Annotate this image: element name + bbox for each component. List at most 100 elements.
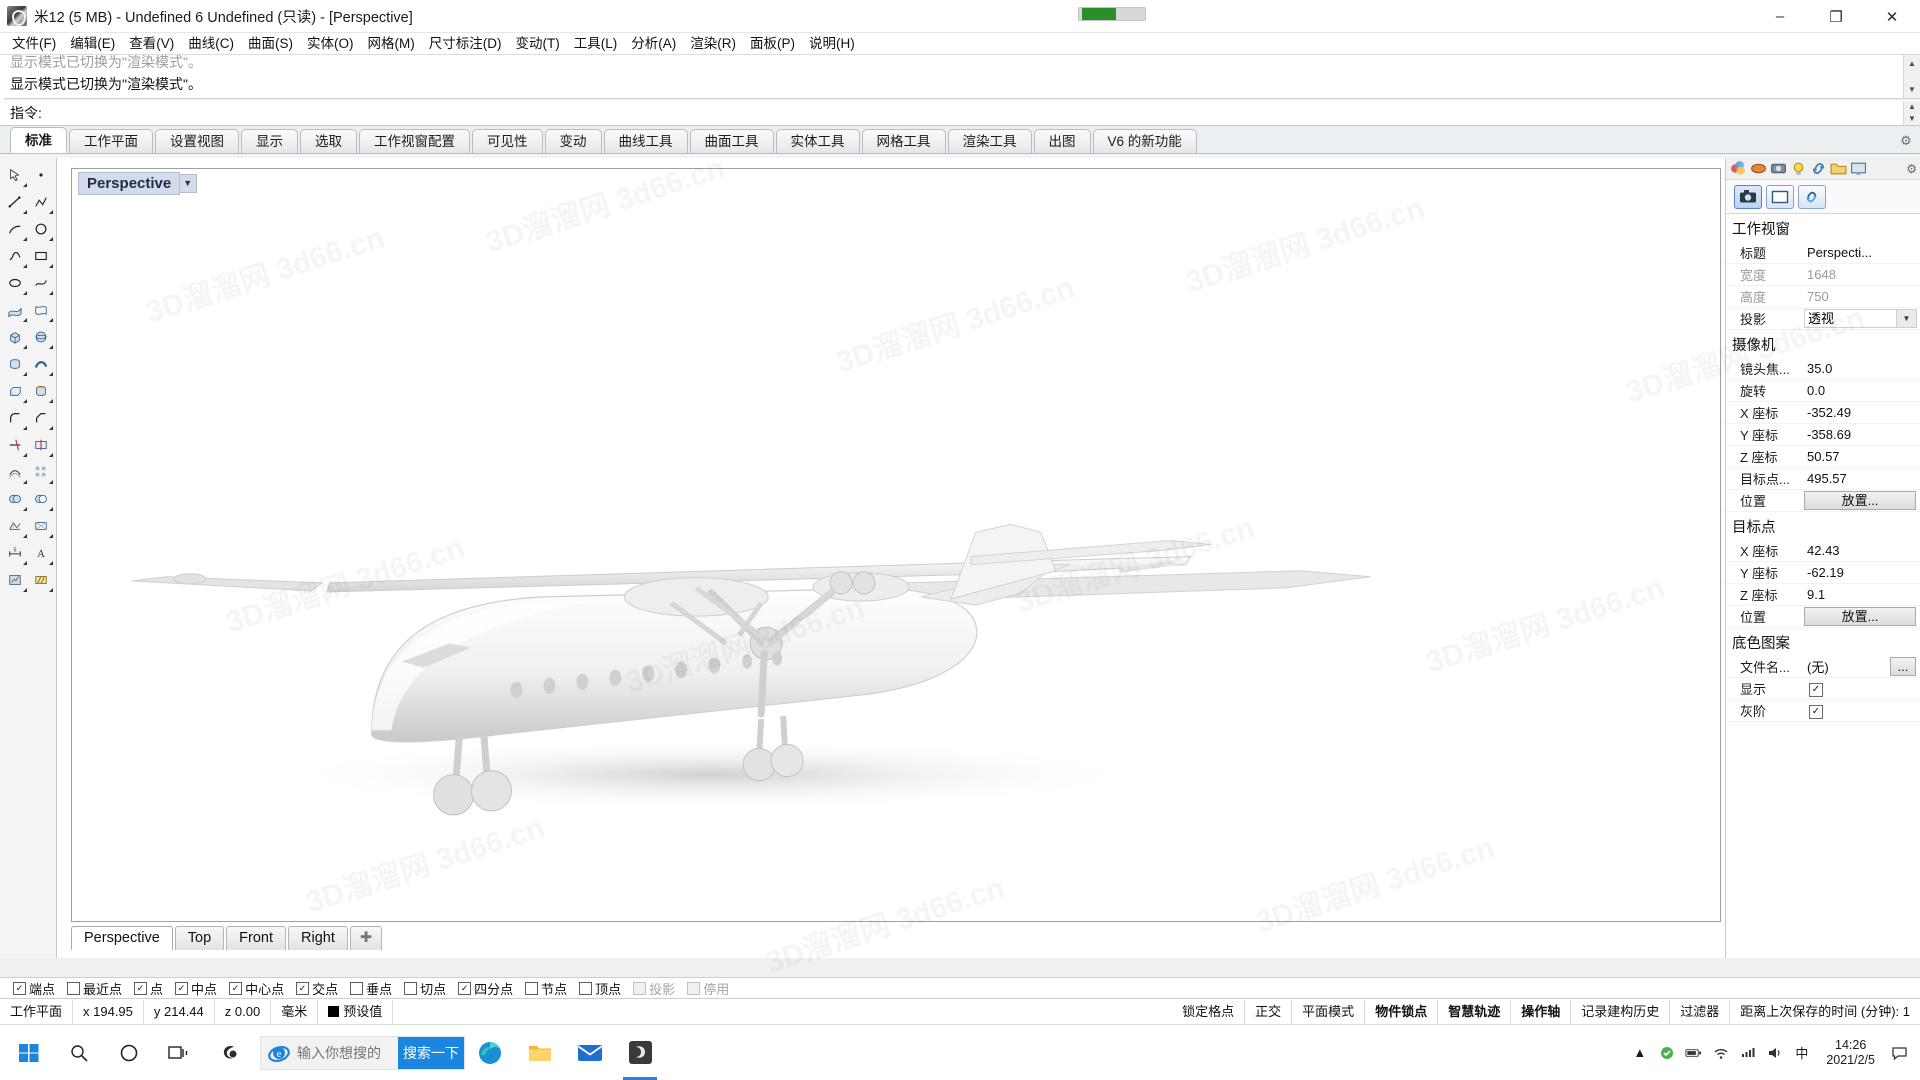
menu-item-solid[interactable]: 实体(O): [300, 34, 361, 54]
point-icon[interactable]: [28, 161, 54, 188]
camera-place-button[interactable]: 放置...: [1804, 491, 1916, 510]
maximize-button[interactable]: ❐: [1808, 0, 1864, 33]
checkbox-icon[interactable]: [579, 981, 593, 995]
menu-item-dimension[interactable]: 尺寸标注(D): [422, 34, 509, 54]
status-smarttrack[interactable]: 智慧轨迹: [1438, 999, 1512, 1024]
toolbar-tab-transform[interactable]: 变动: [544, 129, 602, 153]
surface-icon[interactable]: [2, 296, 28, 323]
wallpaper-browse-button[interactable]: ...: [1890, 657, 1916, 676]
folder-icon[interactable]: [1830, 160, 1847, 177]
property-row-lens-length[interactable]: 镜头焦... 35.0: [1726, 358, 1920, 380]
menu-item-tools[interactable]: 工具(L): [567, 34, 625, 54]
search-input[interactable]: [297, 1044, 392, 1061]
scroll-down-arrow-icon[interactable]: ▼: [1904, 81, 1920, 98]
display-icon[interactable]: [1850, 160, 1867, 177]
status-record-history[interactable]: 记录建构历史: [1571, 999, 1671, 1024]
menu-item-help[interactable]: 说明(H): [802, 34, 862, 54]
split-icon[interactable]: [28, 431, 54, 458]
osnap-near[interactable]: 最近点: [62, 979, 127, 998]
analysis-icon[interactable]: [2, 566, 28, 593]
property-value[interactable]: 495.57: [1804, 471, 1920, 486]
checkbox-icon[interactable]: [67, 981, 81, 995]
box-icon[interactable]: [2, 323, 28, 350]
status-layer[interactable]: 预设值: [318, 999, 394, 1024]
chevron-down-icon[interactable]: ▼: [1896, 310, 1916, 327]
chevron-up-icon[interactable]: ▲: [1631, 1044, 1648, 1061]
sync-icon[interactable]: [1658, 1044, 1675, 1061]
property-row-projection[interactable]: 投影 透视 ▼: [1726, 308, 1920, 330]
rectangle-icon[interactable]: [28, 242, 54, 269]
menu-item-file[interactable]: 文件(F): [5, 34, 63, 54]
curve-icon[interactable]: [2, 242, 28, 269]
toolbar-tab-whats-new-v6[interactable]: V6 的新功能: [1092, 129, 1197, 153]
toolbar-tab-display[interactable]: 显示: [241, 129, 298, 153]
sphere-solid-icon[interactable]: [28, 323, 54, 350]
menu-item-curve[interactable]: 曲线(C): [181, 34, 241, 54]
command-history-scrollbar[interactable]: ▲ ▼: [1903, 55, 1920, 98]
arc-icon[interactable]: [2, 215, 28, 242]
link-icon[interactable]: [1810, 160, 1827, 177]
text-icon[interactable]: A: [28, 539, 54, 566]
osnap-quadrant[interactable]: ✓ 四分点: [453, 979, 518, 998]
checkbox-icon[interactable]: [404, 981, 418, 995]
property-row-camera-y[interactable]: Y 座标 -358.69: [1726, 424, 1920, 446]
offset-icon[interactable]: [2, 458, 28, 485]
property-row-target-z[interactable]: Z 座标 9.1: [1726, 584, 1920, 606]
checkbox-icon[interactable]: ✓: [296, 981, 310, 995]
scroll-down-arrow-icon-2[interactable]: ▼: [1904, 112, 1920, 125]
notification-icon[interactable]: [1891, 1044, 1908, 1061]
circle-icon[interactable]: [28, 215, 54, 242]
menu-item-surface[interactable]: 曲面(S): [241, 34, 300, 54]
add-viewport-tab-button[interactable]: ✚: [349, 926, 383, 950]
link-properties-icon[interactable]: [1798, 184, 1826, 209]
checkbox-icon[interactable]: ✓: [13, 981, 26, 995]
viewport-tab-right[interactable]: Right: [288, 926, 348, 950]
menu-item-edit[interactable]: 编辑(E): [63, 34, 122, 54]
line-icon[interactable]: [2, 188, 28, 215]
scroll-up-arrow-icon[interactable]: ▲: [1904, 55, 1920, 72]
osnap-vertex[interactable]: 顶点: [574, 979, 626, 998]
cortana-circle-icon[interactable]: [104, 1026, 154, 1080]
viewport-canvas[interactable]: [72, 169, 1720, 921]
wallpaper-grayscale-checkbox[interactable]: ✓: [1809, 704, 1823, 719]
mail-icon[interactable]: [565, 1026, 615, 1080]
checkbox-icon[interactable]: ✓: [229, 981, 243, 995]
toolbar-tab-drafting[interactable]: 出图: [1033, 129, 1091, 153]
render-camera-icon[interactable]: [1770, 160, 1787, 177]
viewport-icon[interactable]: [1766, 184, 1794, 209]
close-button[interactable]: ✕: [1864, 0, 1920, 33]
mesh-tools-icon[interactable]: [28, 512, 54, 539]
property-row-camera-position[interactable]: 位置 放置...: [1726, 490, 1920, 512]
volume-icon[interactable]: [1766, 1044, 1783, 1061]
network-icon[interactable]: [1739, 1044, 1756, 1061]
loft-icon[interactable]: [28, 296, 54, 323]
material-icon[interactable]: [1750, 160, 1767, 177]
rhino-icon[interactable]: [615, 1026, 665, 1080]
osnap-point[interactable]: ✓ 点: [129, 979, 168, 998]
chamfer-icon[interactable]: [28, 404, 54, 431]
chevron-down-icon[interactable]: ▼: [180, 174, 198, 193]
toolbar-tab-select[interactable]: 选取: [300, 129, 357, 153]
gear-icon[interactable]: ⚙: [1906, 162, 1917, 176]
menu-item-render[interactable]: 渲染(R): [683, 34, 743, 54]
property-value[interactable]: -352.49: [1804, 405, 1920, 420]
freeform-icon[interactable]: [28, 269, 54, 296]
status-gumball[interactable]: 操作轴: [1511, 999, 1572, 1024]
trim-icon[interactable]: [2, 431, 28, 458]
property-value[interactable]: -358.69: [1804, 427, 1920, 442]
osnap-perpendicular[interactable]: 垂点: [345, 979, 397, 998]
projection-dropdown[interactable]: 透视 ▼: [1804, 309, 1917, 328]
viewport-tab-top[interactable]: Top: [174, 926, 225, 950]
toolbar-tab-cplane[interactable]: 工作平面: [69, 129, 153, 153]
cap-icon[interactable]: [28, 377, 54, 404]
select-arrow-icon[interactable]: [2, 161, 28, 188]
menu-item-view[interactable]: 查看(V): [122, 34, 181, 54]
toolbar-tab-set-view[interactable]: 设置视图: [155, 129, 239, 153]
hatch-icon[interactable]: [28, 566, 54, 593]
checkbox-icon[interactable]: ✓: [458, 981, 472, 995]
viewport-tab-perspective[interactable]: Perspective: [71, 926, 173, 950]
menu-item-mesh[interactable]: 网格(M): [361, 34, 422, 54]
osnap-mid[interactable]: ✓ 中点: [170, 979, 222, 998]
checkbox-icon[interactable]: [633, 981, 647, 995]
property-row-camera-z[interactable]: Z 座标 50.57: [1726, 446, 1920, 468]
